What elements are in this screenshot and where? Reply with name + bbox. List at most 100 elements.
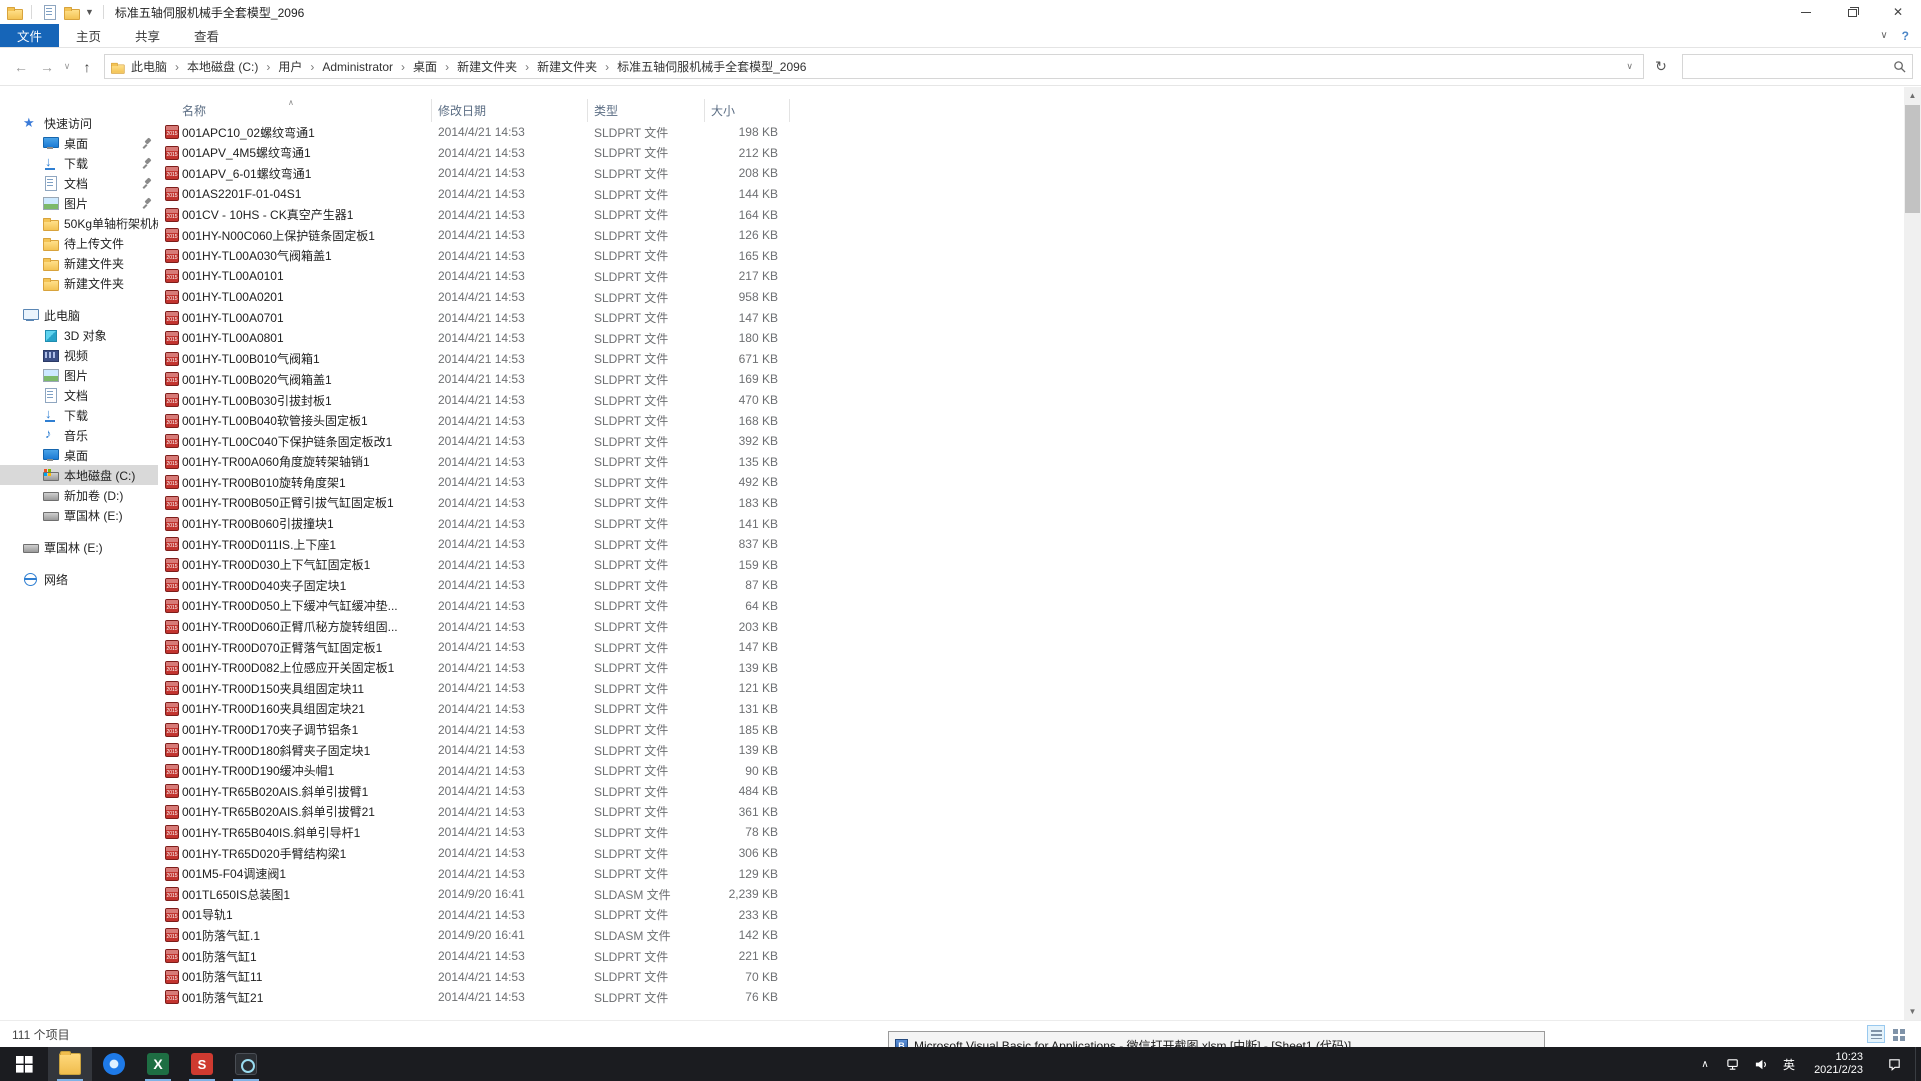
restore-button[interactable]: [1829, 0, 1875, 24]
file-row[interactable]: 001HY-TL00B010气阀箱1 2014/4/21 14:53 SLDPR…: [158, 349, 1904, 370]
sidebar-item[interactable]: 网络: [0, 569, 158, 589]
file-row[interactable]: 001导轨1 2014/4/21 14:53 SLDPRT 文件 233 KB: [158, 905, 1904, 926]
file-row[interactable]: 001APV_4M5螺纹弯通1 2014/4/21 14:53 SLDPRT 文…: [158, 143, 1904, 164]
refresh-icon[interactable]: ↻: [1648, 55, 1674, 79]
file-row[interactable]: 001HY-TL00A0101 2014/4/21 14:53 SLDPRT 文…: [158, 266, 1904, 287]
taskbar-app-browser[interactable]: [92, 1047, 136, 1081]
up-button[interactable]: ↑: [74, 55, 100, 79]
file-row[interactable]: 001HY-TR00B060引拔撞块1 2014/4/21 14:53 SLDP…: [158, 513, 1904, 534]
sidebar-item[interactable]: 新建文件夹: [0, 273, 158, 293]
breadcrumb-segment[interactable]: 此电脑: [125, 58, 173, 75]
minimize-button[interactable]: [1783, 0, 1829, 24]
file-row[interactable]: 001AS2201F-01-04S1 2014/4/21 14:53 SLDPR…: [158, 184, 1904, 205]
ribbon-tab-other[interactable]: 查看: [177, 24, 236, 47]
file-row[interactable]: 001HY-TL00A0701 2014/4/21 14:53 SLDPRT 文…: [158, 307, 1904, 328]
file-row[interactable]: 001HY-TR00D070正臂落气缸固定板1 2014/4/21 14:53 …: [158, 637, 1904, 658]
sidebar-item[interactable]: 文档: [0, 385, 158, 405]
breadcrumb-segment[interactable]: 新建文件夹: [531, 58, 603, 75]
address-bar[interactable]: 此电脑›本地磁盘 (C:)›用户›Administrator›桌面›新建文件夹›…: [104, 54, 1644, 79]
file-row[interactable]: 001HY-TR65B020AIS.斜单引拔臂1 2014/4/21 14:53…: [158, 781, 1904, 802]
sidebar-item[interactable]: 下载: [0, 405, 158, 425]
file-row[interactable]: 001HY-TR65B040IS.斜单引导杆1 2014/4/21 14:53 …: [158, 822, 1904, 843]
details-view-icon[interactable]: [1867, 1025, 1885, 1043]
taskbar-clock[interactable]: 10:23 2021/2/23: [1804, 1051, 1873, 1077]
file-row[interactable]: 001HY-TL00B020气阀箱盖1 2014/4/21 14:53 SLDP…: [158, 369, 1904, 390]
file-row[interactable]: 001HY-TR65D020手臂结构梁1 2014/4/21 14:53 SLD…: [158, 843, 1904, 864]
sidebar-item[interactable]: 下载: [0, 153, 158, 173]
ribbon-tab-other[interactable]: 主页: [59, 24, 118, 47]
sidebar-item[interactable]: 图片: [0, 365, 158, 385]
file-row[interactable]: 001CV - 10HS - CK真空产生器1 2014/4/21 14:53 …: [158, 204, 1904, 225]
file-row[interactable]: 001HY-TL00C040下保护链条固定板改1 2014/4/21 14:53…: [158, 431, 1904, 452]
file-row[interactable]: 001HY-TR00D030上下气缸固定板1 2014/4/21 14:53 S…: [158, 554, 1904, 575]
file-row[interactable]: 001HY-TR00D011IS.上下座1 2014/4/21 14:53 SL…: [158, 534, 1904, 555]
file-row[interactable]: 001HY-TR00D180斜臂夹子固定块1 2014/4/21 14:53 S…: [158, 740, 1904, 761]
close-button[interactable]: ✕: [1875, 0, 1921, 24]
file-row[interactable]: 001HY-TR00D050上下缓冲气缸缓冲垫... 2014/4/21 14:…: [158, 596, 1904, 617]
sidebar-item[interactable]: 待上传文件: [0, 233, 158, 253]
properties-icon[interactable]: [41, 4, 57, 20]
sidebar-item[interactable]: 此电脑: [0, 305, 158, 325]
file-row[interactable]: 001HY-TR00D150夹具组固定块11 2014/4/21 14:53 S…: [158, 678, 1904, 699]
file-row[interactable]: 001HY-TR00D040夹子固定块1 2014/4/21 14:53 SLD…: [158, 575, 1904, 596]
vertical-scrollbar[interactable]: ▲ ▼: [1904, 87, 1921, 1020]
taskbar-app-excel[interactable]: X: [136, 1047, 180, 1081]
scrollbar-thumb[interactable]: [1905, 105, 1920, 213]
breadcrumb-segment[interactable]: 标准五轴伺服机械手全套模型_2096: [611, 58, 812, 75]
forward-button[interactable]: →: [34, 55, 60, 79]
breadcrumb-segment[interactable]: 新建文件夹: [451, 58, 523, 75]
sidebar-item[interactable]: 桌面: [0, 133, 158, 153]
column-header-type[interactable]: 类型: [588, 99, 705, 122]
sidebar-item[interactable]: 文档: [0, 173, 158, 193]
column-header-name[interactable]: 名称: [158, 99, 432, 122]
breadcrumb-segment[interactable]: 桌面: [407, 58, 443, 75]
hidden-icons-chevron-icon[interactable]: ∧: [1692, 1047, 1718, 1081]
sidebar-item[interactable]: 50Kg单轴桁架机械: [0, 213, 158, 233]
scroll-up-icon[interactable]: ▲: [1904, 87, 1921, 104]
help-icon[interactable]: ?: [1902, 29, 1909, 43]
taskbar-app-dark[interactable]: [224, 1047, 268, 1081]
sidebar-item[interactable]: 视频: [0, 345, 158, 365]
sidebar-item[interactable]: 新建文件夹: [0, 253, 158, 273]
sidebar-item[interactable]: 快速访问: [0, 113, 158, 133]
file-row[interactable]: 001HY-TR00D170夹子调节铝条1 2014/4/21 14:53 SL…: [158, 719, 1904, 740]
customize-toolbar-chevron-icon[interactable]: ▼: [85, 7, 94, 17]
show-desktop-button[interactable]: [1915, 1047, 1921, 1081]
file-row[interactable]: 001防落气缸1 2014/4/21 14:53 SLDPRT 文件 221 K…: [158, 946, 1904, 967]
sidebar-item[interactable]: 3D 对象: [0, 325, 158, 345]
search-box[interactable]: [1682, 54, 1913, 79]
file-row[interactable]: 001HY-TR00A060角度旋转架轴销1 2014/4/21 14:53 S…: [158, 452, 1904, 473]
file-row[interactable]: 001HY-N00C060上保护链条固定板1 2014/4/21 14:53 S…: [158, 225, 1904, 246]
file-row[interactable]: 001HY-TR65B020AIS.斜单引拔臂21 2014/4/21 14:5…: [158, 802, 1904, 823]
sidebar-item[interactable]: 本地磁盘 (C:): [0, 465, 158, 485]
expand-ribbon-chevron-icon[interactable]: ∨: [1880, 30, 1887, 41]
sidebar-item[interactable]: 覃国林 (E:): [0, 537, 158, 557]
start-button[interactable]: [0, 1047, 48, 1081]
search-input[interactable]: [1689, 59, 1893, 75]
large-icons-view-icon[interactable]: [1889, 1025, 1907, 1043]
file-row[interactable]: 001防落气缸21 2014/4/21 14:53 SLDPRT 文件 76 K…: [158, 987, 1904, 1008]
recent-locations-chevron-icon[interactable]: ∨: [60, 55, 74, 79]
taskbar-app-folder[interactable]: [48, 1047, 92, 1081]
column-header-date[interactable]: 修改日期: [432, 99, 588, 122]
ribbon-tab-other[interactable]: 共享: [118, 24, 177, 47]
network-icon[interactable]: [1720, 1047, 1746, 1081]
file-row[interactable]: 001HY-TR00D160夹具组固定块21 2014/4/21 14:53 S…: [158, 699, 1904, 720]
file-row[interactable]: 001HY-TL00A0201 2014/4/21 14:53 SLDPRT 文…: [158, 287, 1904, 308]
file-row[interactable]: 001APC10_02螺纹弯通1 2014/4/21 14:53 SLDPRT …: [158, 122, 1904, 143]
file-row[interactable]: 001HY-TL00A0801 2014/4/21 14:53 SLDPRT 文…: [158, 328, 1904, 349]
sidebar-item[interactable]: 音乐: [0, 425, 158, 445]
sidebar-item[interactable]: 桌面: [0, 445, 158, 465]
back-button[interactable]: ←: [8, 55, 34, 79]
action-center-icon[interactable]: [1875, 1047, 1913, 1081]
volume-icon[interactable]: [1748, 1047, 1774, 1081]
file-row[interactable]: 001HY-TR00B010旋转角度架1 2014/4/21 14:53 SLD…: [158, 472, 1904, 493]
file-row[interactable]: 001HY-TL00B040软管接头固定板1 2014/4/21 14:53 S…: [158, 410, 1904, 431]
breadcrumb-segment[interactable]: Administrator: [316, 60, 399, 74]
taskbar-app-red[interactable]: S: [180, 1047, 224, 1081]
ime-indicator[interactable]: 英: [1776, 1047, 1802, 1081]
file-row[interactable]: 001HY-TR00D082上位感应开关固定板1 2014/4/21 14:53…: [158, 657, 1904, 678]
file-row[interactable]: 001防落气缸.1 2014/9/20 16:41 SLDASM 文件 142 …: [158, 925, 1904, 946]
file-row[interactable]: 001M5-F04调速阀1 2014/4/21 14:53 SLDPRT 文件 …: [158, 863, 1904, 884]
file-row[interactable]: 001APV_6-01螺纹弯通1 2014/4/21 14:53 SLDPRT …: [158, 163, 1904, 184]
